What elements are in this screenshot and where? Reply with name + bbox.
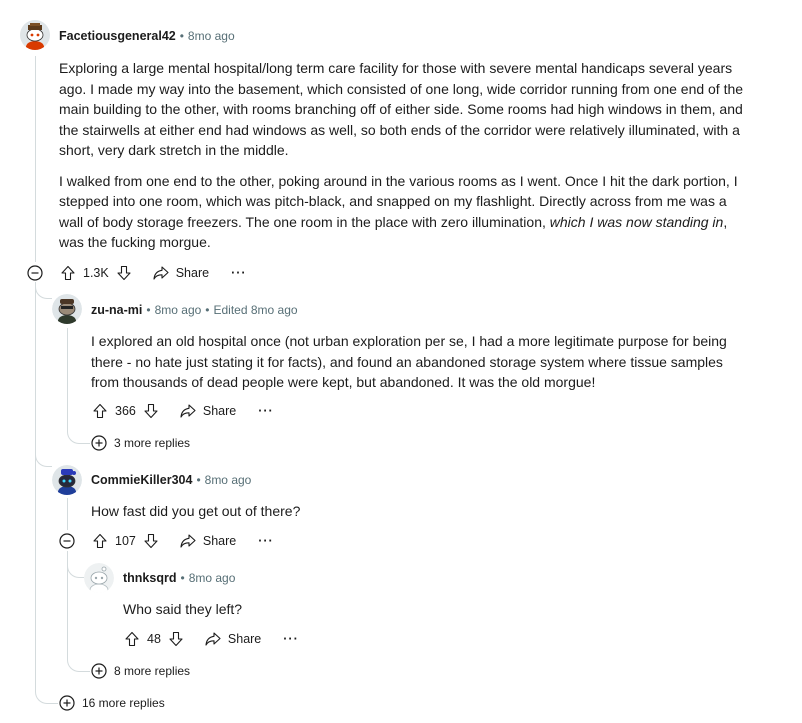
- share-button[interactable]: Share: [153, 266, 209, 280]
- comment-actions: 366 Share ···: [91, 400, 274, 422]
- comment-author[interactable]: thnksqrd: [123, 571, 176, 585]
- avatar-thnksqrd[interactable]: [84, 563, 114, 593]
- comment-timestamp[interactable]: 8mo ago: [155, 303, 202, 317]
- comment-timestamp[interactable]: 8mo ago: [188, 29, 235, 43]
- more-replies-label: 3 more replies: [114, 436, 191, 450]
- comment-actions: 48 Share ···: [123, 628, 299, 650]
- thread-curve-c4: [67, 551, 84, 578]
- share-label: Share: [175, 266, 210, 280]
- comment-timestamp[interactable]: 8mo ago: [205, 473, 252, 487]
- share-button[interactable]: Share: [205, 632, 261, 646]
- comment-paragraph: Exploring a large mental hospital/long t…: [59, 60, 744, 158]
- more-options-icon[interactable]: ···: [258, 534, 274, 548]
- more-options-icon[interactable]: ···: [258, 404, 274, 418]
- comment-author[interactable]: zu-na-mi: [91, 303, 142, 317]
- comment-author[interactable]: Facetiousgeneral42: [59, 29, 176, 43]
- plus-circle-icon: [91, 435, 107, 451]
- more-replies-button[interactable]: 3 more replies: [91, 435, 190, 451]
- avatar-commiekiller304[interactable]: [52, 465, 82, 495]
- downvote-icon[interactable]: [142, 402, 160, 420]
- vote-count: 48: [147, 632, 161, 646]
- more-options-icon[interactable]: ···: [231, 266, 247, 280]
- comment-paragraph: I walked from one end to the other, poki…: [59, 171, 745, 253]
- share-icon: [153, 266, 169, 280]
- plus-circle-icon: [91, 663, 107, 679]
- thread-curve-more-16: [35, 470, 58, 704]
- comment-body: How fast did you get out of there?: [91, 503, 301, 519]
- more-replies-button[interactable]: 8 more replies: [91, 663, 190, 679]
- upvote-icon[interactable]: [123, 630, 141, 648]
- thread-curve-c3: [35, 300, 52, 467]
- upvote-icon[interactable]: [91, 402, 109, 420]
- comment-actions: 1.3K Share ···: [59, 262, 247, 284]
- comment-timestamp[interactable]: 8mo ago: [189, 571, 236, 585]
- more-replies-label: 8 more replies: [114, 664, 191, 678]
- comment-body: I explored an old hospital once (not urb…: [91, 333, 727, 390]
- vote-count: 1.3K: [83, 266, 109, 280]
- upvote-icon[interactable]: [59, 264, 77, 282]
- thread-line-c3[interactable]: [67, 498, 68, 530]
- comment-body: Who said they left?: [123, 601, 243, 617]
- comment-actions: 107 Share ···: [91, 530, 274, 552]
- collapse-icon[interactable]: [27, 265, 43, 281]
- comment-body: Exploring a large mental hospital/long t…: [59, 58, 745, 253]
- plus-circle-icon: [59, 695, 75, 711]
- upvote-icon[interactable]: [91, 532, 109, 550]
- downvote-icon[interactable]: [115, 264, 133, 282]
- share-icon: [180, 534, 196, 548]
- share-label: Share: [202, 534, 237, 548]
- thread-line-c1[interactable]: [35, 56, 36, 262]
- collapse-icon[interactable]: [59, 533, 75, 549]
- thread-curve-c2: [35, 282, 52, 299]
- separator-dot: •: [205, 303, 210, 317]
- more-options-icon[interactable]: ···: [283, 632, 299, 646]
- comment-author[interactable]: CommieKiller304: [91, 473, 192, 487]
- separator-dot: •: [180, 571, 185, 585]
- share-icon: [180, 404, 196, 418]
- share-button[interactable]: Share: [180, 534, 236, 548]
- edited-label: Edited 8mo ago: [213, 303, 298, 317]
- separator-dot: •: [146, 303, 151, 317]
- share-label: Share: [227, 632, 262, 646]
- downvote-icon[interactable]: [167, 630, 185, 648]
- separator-dot: •: [179, 29, 184, 43]
- separator-dot: •: [196, 473, 201, 487]
- vote-count: 366: [115, 404, 136, 418]
- share-button[interactable]: Share: [180, 404, 236, 418]
- avatar-zu-na-mi[interactable]: [52, 294, 82, 324]
- share-icon: [205, 632, 221, 646]
- thread-curve-more-3: [67, 328, 90, 444]
- avatar-facetiousgeneral42[interactable]: [20, 20, 50, 50]
- downvote-icon[interactable]: [142, 532, 160, 550]
- paragraph-emphasis: which I was now standing in: [549, 213, 724, 230]
- more-replies-label: 16 more replies: [82, 696, 165, 710]
- vote-count: 107: [115, 534, 136, 548]
- more-replies-button[interactable]: 16 more replies: [59, 695, 165, 711]
- thread-curve-more-8: [67, 577, 90, 672]
- share-label: Share: [202, 404, 237, 418]
